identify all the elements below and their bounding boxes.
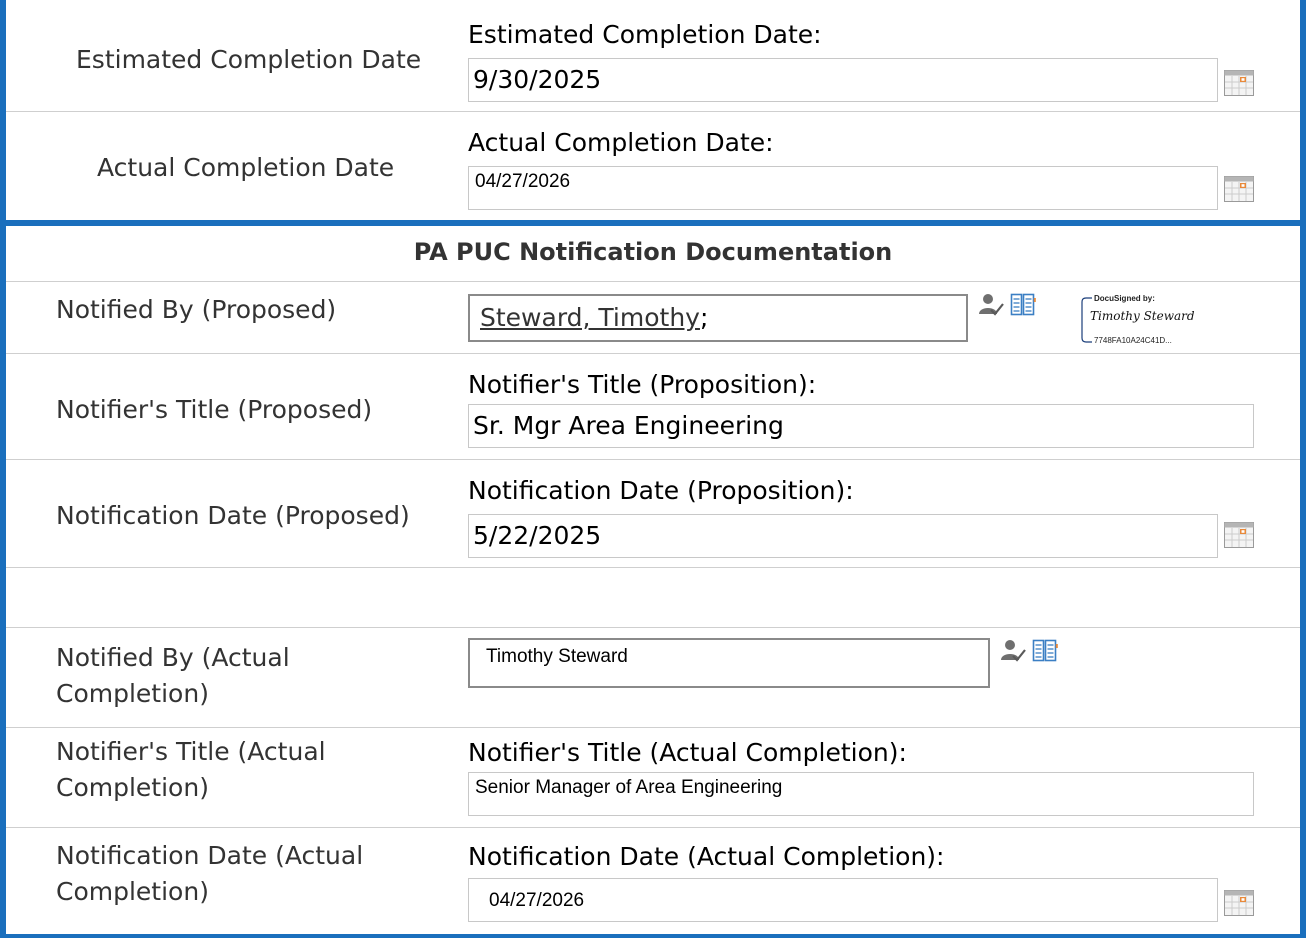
field-label: Estimated Completion Date: bbox=[468, 20, 822, 49]
row-date-actual: Notification Date (Actual Completion) No… bbox=[6, 828, 1300, 934]
signature-id: 7748FA10A24C41D... bbox=[1094, 336, 1172, 345]
person-link[interactable]: Steward, Timothy bbox=[480, 303, 700, 332]
row-label-line2: Completion) bbox=[56, 773, 209, 802]
field-label: Notification Date (Actual Completion): bbox=[468, 842, 945, 871]
estimated-completion-date-input[interactable]: 9/30/2025 bbox=[468, 58, 1218, 102]
notified-by-actual-field[interactable]: Timothy Steward bbox=[468, 638, 990, 688]
notification-documentation-panel: PA PUC Notification Documentation Notifi… bbox=[0, 226, 1306, 938]
row-notified-by-actual: Notified By (Actual Completion) Timothy … bbox=[6, 628, 1300, 728]
row-label-line1: Notified By (Actual bbox=[56, 643, 290, 672]
user-check-icon[interactable] bbox=[978, 292, 1004, 318]
spacer-row bbox=[6, 568, 1300, 628]
separator: ; bbox=[699, 303, 709, 332]
notification-date-actual-input[interactable]: 04/27/2026 bbox=[468, 878, 1218, 922]
signature-name: Timothy Steward bbox=[1090, 309, 1195, 323]
docusign-signature: DocuSigned by: Timothy Steward 7748FA10A… bbox=[1080, 294, 1198, 348]
calendar-icon[interactable] bbox=[1224, 176, 1254, 202]
row-notified-by-proposed: Notified By (Proposed) Steward, Timothy;… bbox=[6, 282, 1300, 354]
signature-header: DocuSigned by: bbox=[1094, 294, 1155, 303]
notifier-title-proposed-input[interactable]: Sr. Mgr Area Engineering bbox=[468, 404, 1254, 448]
user-check-icon[interactable] bbox=[1000, 638, 1026, 664]
field-label: Actual Completion Date: bbox=[468, 128, 774, 157]
actual-completion-date-input[interactable]: 04/27/2026 bbox=[468, 166, 1218, 210]
calendar-icon[interactable] bbox=[1224, 70, 1254, 96]
row-label-line1: Notifier's Title (Actual bbox=[56, 737, 326, 766]
row-date-proposed: Notification Date (Proposed) Notificatio… bbox=[6, 460, 1300, 568]
notification-date-proposed-input[interactable]: 5/22/2025 bbox=[468, 514, 1218, 558]
row-title-proposed: Notifier's Title (Proposed) Notifier's T… bbox=[6, 354, 1300, 460]
field-label: Notifier's Title (Actual Completion): bbox=[468, 738, 907, 767]
row-label: Notification Date (Proposed) bbox=[56, 501, 410, 530]
section-header-row: PA PUC Notification Documentation bbox=[6, 226, 1300, 282]
row-label: Notified By (Proposed) bbox=[56, 295, 337, 324]
field-label: Notifier's Title (Proposition): bbox=[468, 370, 817, 399]
completion-dates-panel: Estimated Completion Date Estimated Comp… bbox=[0, 0, 1306, 226]
row-label: Actual Completion Date bbox=[97, 153, 395, 182]
row-estimated-completion: Estimated Completion Date Estimated Comp… bbox=[6, 0, 1300, 112]
row-label: Estimated Completion Date bbox=[76, 45, 422, 74]
row-label-line2: Completion) bbox=[56, 877, 209, 906]
address-book-icon[interactable] bbox=[1010, 292, 1036, 318]
row-title-actual: Notifier's Title (Actual Completion) Not… bbox=[6, 728, 1300, 828]
field-label: Notification Date (Proposition): bbox=[468, 476, 854, 505]
section-header: PA PUC Notification Documentation bbox=[413, 238, 893, 266]
calendar-icon[interactable] bbox=[1224, 522, 1254, 548]
notified-by-proposed-field[interactable]: Steward, Timothy; bbox=[468, 294, 968, 342]
notifier-title-actual-input[interactable]: Senior Manager of Area Engineering bbox=[468, 772, 1254, 816]
row-label-line2: Completion) bbox=[56, 679, 209, 708]
address-book-icon[interactable] bbox=[1032, 638, 1058, 664]
row-label: Notifier's Title (Proposed) bbox=[56, 395, 373, 424]
calendar-icon[interactable] bbox=[1224, 890, 1254, 916]
row-actual-completion: Actual Completion Date Actual Completion… bbox=[6, 112, 1300, 220]
row-label-line1: Notification Date (Actual bbox=[56, 841, 364, 870]
